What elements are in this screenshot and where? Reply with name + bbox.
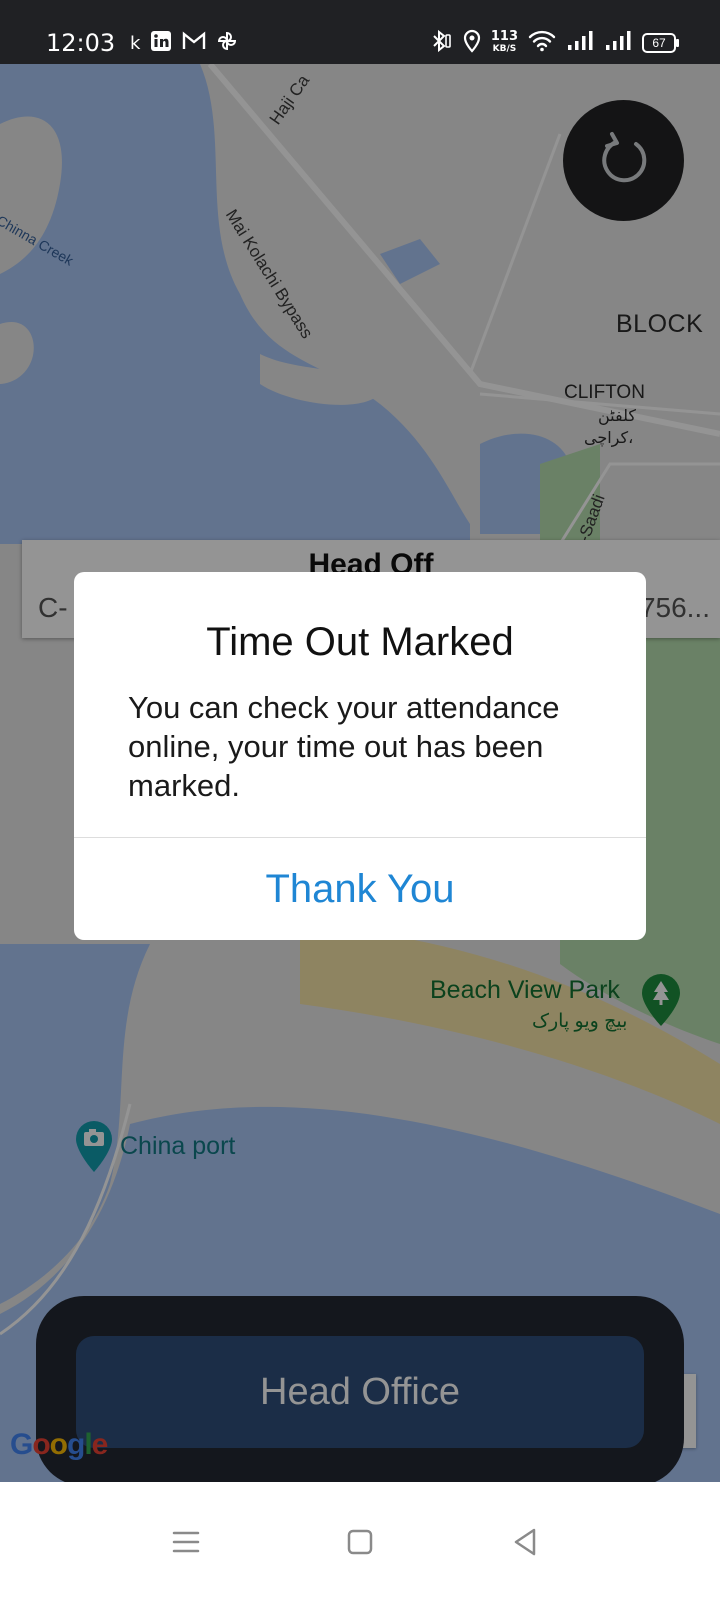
time-out-dialog: Time Out Marked You can check your atten… <box>74 572 646 940</box>
notification-icons: k <box>130 30 238 56</box>
dialog-message: You can check your attendance online, yo… <box>128 690 560 803</box>
signal-icon-1 <box>566 30 594 57</box>
bluetooth-icon <box>431 29 453 58</box>
gmail-icon <box>182 31 206 56</box>
thank-you-button[interactable]: Thank You <box>74 838 646 940</box>
status-time: 12:03 <box>46 29 116 57</box>
back-icon[interactable] <box>506 1522 546 1562</box>
battery-icon: 67 <box>642 33 679 53</box>
system-navigation-bar <box>0 1482 720 1600</box>
status-bar: 12:03 k 113 KB/S 67 <box>0 0 720 64</box>
linkedin-icon <box>150 30 172 57</box>
pinwheel-icon <box>216 30 238 57</box>
dialog-title: Time Out Marked <box>206 620 514 664</box>
signal-icon-2 <box>604 30 632 57</box>
k-icon: k <box>130 32 141 54</box>
system-icons: 113 KB/S 67 <box>431 29 679 58</box>
network-speed: 113 KB/S <box>490 29 518 54</box>
wifi-icon <box>528 30 556 57</box>
home-icon[interactable] <box>340 1522 380 1562</box>
menu-icon[interactable] <box>166 1522 206 1562</box>
location-icon <box>463 29 481 58</box>
